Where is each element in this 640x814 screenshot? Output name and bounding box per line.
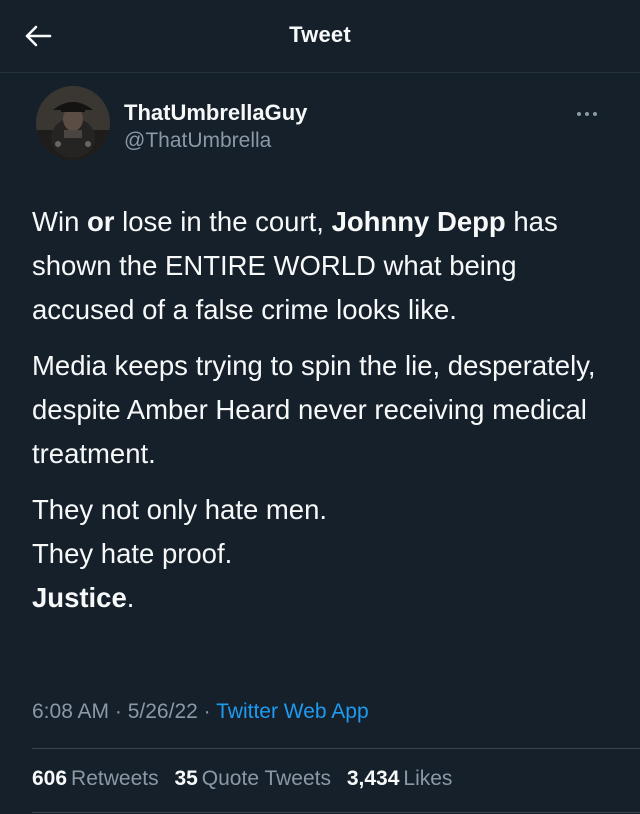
tweet-paragraph-2: Media keeps trying to spin the lie, desp…: [32, 350, 596, 469]
tweet-meta: 6:08 AM · 5/26/22 · Twitter Web App: [32, 700, 369, 723]
likes-stat[interactable]: 3,434 Likes: [347, 767, 453, 790]
tweet-line-1: They not only hate men.: [32, 494, 328, 525]
tweet-date[interactable]: 5/26/22: [128, 700, 198, 723]
author-name[interactable]: ThatUmbrellaGuy: [124, 100, 307, 126]
avatar-image: [36, 86, 110, 160]
tweet-line-2: They hate proof.: [32, 538, 233, 569]
avatar[interactable]: [36, 86, 110, 160]
more-button[interactable]: [572, 104, 602, 124]
tweet-paragraph-1: Win or lose in the court, Johnny Depp ha…: [32, 206, 558, 325]
quote-tweets-stat[interactable]: 35 Quote Tweets: [174, 767, 331, 790]
tweet-text: Win or lose in the court, Johnny Depp ha…: [32, 200, 612, 620]
top-bar: Tweet: [0, 0, 640, 72]
author-handle: @ThatUmbrella: [124, 129, 272, 152]
tweet-source-link[interactable]: Twitter Web App: [216, 700, 369, 723]
retweets-stat[interactable]: 606 Retweets: [32, 767, 159, 790]
tweet-stats: 606 Retweets 35 Quote Tweets 3,434 Likes: [32, 767, 462, 791]
tweet-line-3: Justice.: [32, 582, 135, 613]
stats-divider: [32, 812, 640, 813]
tweet-time[interactable]: 6:08 AM: [32, 700, 109, 723]
page-title: Tweet: [289, 22, 351, 47]
header-divider: [0, 72, 640, 73]
more-horizontal-icon: [577, 112, 581, 116]
meta-divider: [32, 748, 640, 749]
tweet-author: ThatUmbrellaGuy @ThatUmbrella: [36, 86, 616, 166]
